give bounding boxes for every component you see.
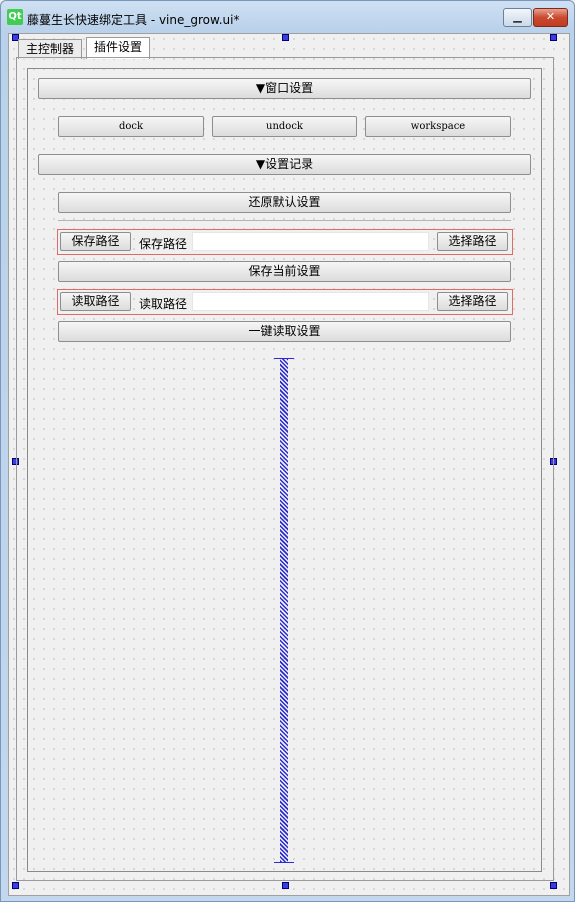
resize-handle[interactable]: [550, 882, 557, 889]
separator: [58, 220, 511, 221]
save-path-input[interactable]: [192, 232, 429, 251]
save-choose-path-button[interactable]: 选择路径: [437, 232, 508, 251]
resize-handle[interactable]: [550, 34, 557, 41]
one-click-load-settings-button[interactable]: 一键读取设置: [58, 321, 511, 342]
minimize-button[interactable]: ▁: [503, 8, 532, 27]
spacer-bottom-cap: [274, 862, 294, 863]
window-title: 藤蔓生长快速绑定工具 - vine_grow.ui*: [27, 13, 240, 27]
workspace-button[interactable]: workspace: [365, 116, 511, 137]
settings-record-toggle-button[interactable]: ▼设置记录: [38, 154, 531, 175]
load-choose-path-button[interactable]: 选择路径: [437, 292, 508, 311]
resize-handle[interactable]: [12, 882, 19, 889]
dock-button[interactable]: dock: [58, 116, 204, 137]
load-path-button[interactable]: 读取路径: [60, 292, 131, 311]
qt-logo-icon: Qt: [7, 9, 23, 25]
save-path-label: 保存路径: [139, 237, 188, 251]
window-settings-toggle-button[interactable]: ▼窗口设置: [38, 78, 531, 99]
save-current-settings-button[interactable]: 保存当前设置: [58, 261, 511, 282]
title-bar: Qt 藤蔓生长快速绑定工具 - vine_grow.ui* ▁ ✕: [0, 0, 575, 34]
tab-main-controller[interactable]: 主控制器: [18, 39, 83, 59]
resize-handle[interactable]: [282, 882, 289, 889]
vertical-spacer[interactable]: [280, 358, 288, 862]
restore-default-button[interactable]: 还原默认设置: [58, 192, 511, 213]
close-button[interactable]: ✕: [533, 8, 568, 27]
tab-plugin-settings[interactable]: 插件设置: [86, 37, 151, 59]
resize-handle[interactable]: [282, 34, 289, 41]
save-path-button[interactable]: 保存路径: [60, 232, 131, 251]
undock-button[interactable]: undock: [212, 116, 357, 137]
load-path-label: 读取路径: [139, 297, 188, 311]
load-path-input[interactable]: [192, 292, 429, 311]
